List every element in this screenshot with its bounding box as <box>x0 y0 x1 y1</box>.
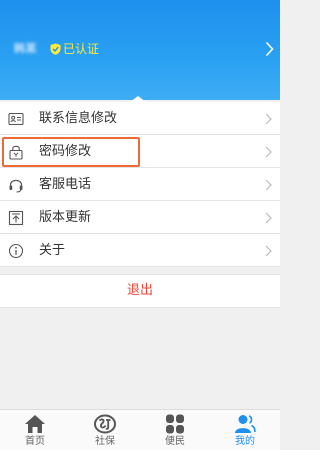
bottom-nav: 首页 社保 便民 我的 <box>0 409 280 450</box>
info-icon <box>8 243 24 259</box>
menu-item-label: 联系信息修改 <box>39 111 118 126</box>
chevron-right-icon <box>265 179 272 191</box>
headset-icon <box>9 179 23 193</box>
chevron-right-icon[interactable] <box>265 41 274 57</box>
menu-item-label: 版本更新 <box>39 210 92 225</box>
menu-item-label: 密码修改 <box>39 144 92 159</box>
upload-icon <box>8 210 24 226</box>
logout-button[interactable]: 退出 <box>0 274 280 308</box>
chevron-right-icon <box>265 212 272 224</box>
menu-item-label: 客服电话 <box>39 177 92 192</box>
menu-item-password[interactable]: 密码修改 <box>0 135 280 168</box>
nav-tab-home[interactable]: 首页 <box>0 410 70 450</box>
menu-item-label: 关于 <box>39 243 66 258</box>
nav-tab-social-security[interactable]: 社保 <box>70 410 140 450</box>
chevron-right-icon <box>265 113 272 125</box>
settings-menu: 联系信息修改 密码修改 客服电话 版本更新 关于 <box>0 102 280 267</box>
nav-tab-mine[interactable]: 我的 <box>210 410 280 450</box>
contact-card-icon <box>8 112 24 126</box>
menu-item-version-update[interactable]: 版本更新 <box>0 201 280 234</box>
nav-label: 社保 <box>95 436 115 447</box>
nav-tab-services[interactable]: 便民 <box>140 410 210 450</box>
user-icon <box>235 415 256 433</box>
menu-item-about[interactable]: 关于 <box>0 234 280 267</box>
nav-label: 首页 <box>25 436 45 447</box>
verified-badge: 已认证 <box>63 42 100 56</box>
shield-check-icon <box>50 43 61 55</box>
user-name: 韩某 <box>14 42 37 55</box>
nav-label: 我的 <box>235 436 255 447</box>
menu-item-customer-service[interactable]: 客服电话 <box>0 168 280 201</box>
lock-icon <box>9 145 23 160</box>
grid-icon <box>166 414 184 434</box>
menu-item-contact-info[interactable]: 联系信息修改 <box>0 102 280 135</box>
chevron-right-icon <box>265 146 272 158</box>
social-security-icon <box>94 414 116 434</box>
home-icon <box>25 415 45 433</box>
nav-label: 便民 <box>165 436 185 447</box>
chevron-right-icon <box>265 245 272 257</box>
profile-header[interactable]: 韩某 已认证 <box>0 0 280 102</box>
